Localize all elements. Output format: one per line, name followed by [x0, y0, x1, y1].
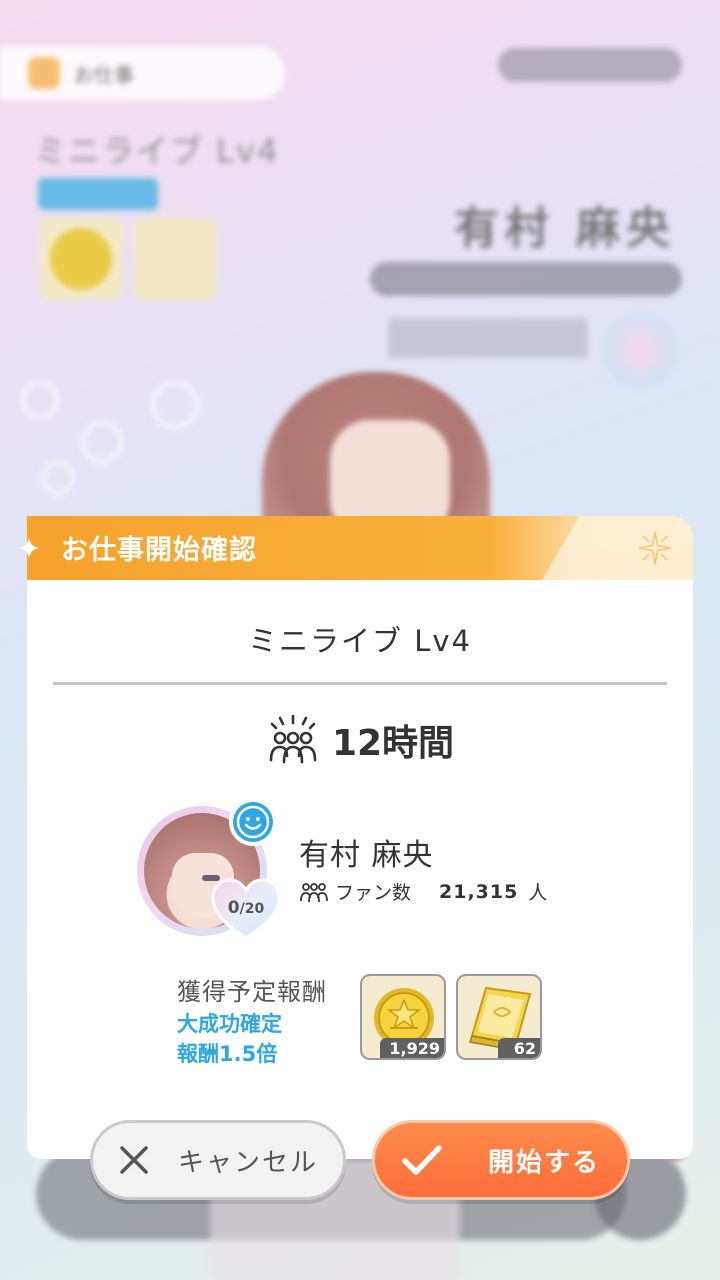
check-icon [402, 1145, 442, 1175]
start-button[interactable]: 開始する [372, 1120, 630, 1200]
dialog-title: お仕事開始確認 [61, 535, 257, 566]
start-button-label: 開始する [487, 1147, 600, 1178]
close-icon [120, 1146, 148, 1174]
divider [53, 682, 667, 685]
fans-icon [300, 882, 328, 902]
fans-row: ファン数 21,315 人 [299, 878, 547, 905]
affection-counter: 0/20 [227, 898, 265, 918]
book-count: 62 [498, 1038, 540, 1058]
audience-icon [269, 714, 317, 764]
reward-label: 獲得予定報酬 [177, 978, 327, 1006]
cancel-button[interactable]: キャンセル [90, 1120, 346, 1200]
sparkle-icon [638, 531, 672, 565]
reward-item-coin[interactable]: 1,929 [360, 974, 446, 1060]
dialog-body: ミニライブ Lv4 12時間 0/20 有村 麻央 ファン数 21,315 人 … [27, 580, 693, 1159]
dialog-header: お仕事開始確認 [27, 516, 693, 580]
coin-count: 1,929 [380, 1038, 444, 1058]
fans-unit: 人 [528, 882, 548, 904]
job-start-dialog: お仕事開始確認 ミニライブ Lv4 12時間 0/20 有村 麻央 ファン数 2… [20, 516, 693, 1159]
duration-row: 12時間 [27, 714, 693, 766]
idol-name: 有村 麻央 [299, 838, 434, 873]
sparkle-diamond-icon [20, 539, 38, 557]
reward-bonus-line1: 大成功確定 [177, 1012, 282, 1036]
reward-bonus-line2: 報酬1.5倍 [177, 1042, 278, 1066]
cancel-button-label: キャンセル [177, 1147, 318, 1178]
smile-mood-icon [229, 798, 277, 846]
reward-item-book[interactable]: 62 [456, 974, 542, 1060]
fans-label: ファン数 [335, 882, 412, 904]
fans-value: 21,315 [439, 880, 519, 903]
job-title: ミニライブ Lv4 [248, 624, 472, 658]
duration-text: 12時間 [331, 723, 455, 764]
